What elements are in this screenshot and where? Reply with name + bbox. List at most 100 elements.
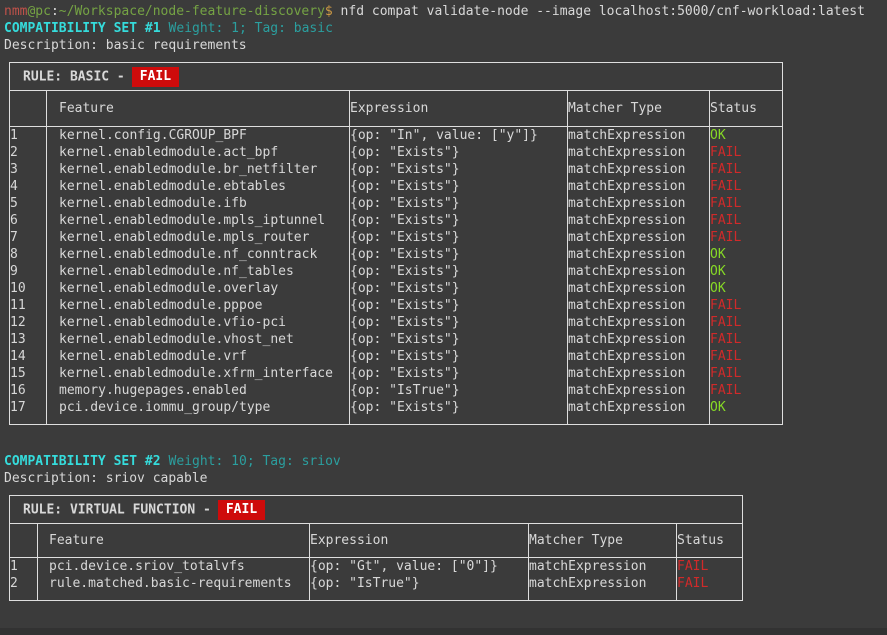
status-value: FAIL	[710, 195, 783, 212]
matcher-type: matchExpression	[568, 314, 710, 331]
command-text: nfd compat validate-node --image localho…	[333, 4, 865, 19]
matcher-type: matchExpression	[568, 161, 710, 178]
feature-row: 9 kernel.enabledmodule.nf_tables {op: "E…	[10, 263, 783, 280]
row-index: 16	[10, 382, 47, 399]
matcher-type: matchExpression	[568, 195, 710, 212]
feature-name: kernel.enabledmodule.ebtables	[47, 178, 350, 195]
status-value: OK	[710, 399, 783, 425]
feature-name: kernel.enabledmodule.xfrm_interface	[47, 365, 350, 382]
col-header-feature: Feature	[47, 91, 350, 127]
feature-row: 16 memory.hugepages.enabled {op: "IsTrue…	[10, 382, 783, 399]
row-index: 15	[10, 365, 47, 382]
row-index: 2	[10, 575, 38, 601]
status-value: OK	[710, 246, 783, 263]
compat-set-2-heading: COMPATIBILITY SET #2Weight: 10; Tag: sri…	[4, 453, 887, 470]
status-value: FAIL	[710, 212, 783, 229]
feature-row: 7 kernel.enabledmodule.mpls_router {op: …	[10, 229, 783, 246]
expression-value: {op: "Exists"}	[350, 331, 568, 348]
row-index: 12	[10, 314, 47, 331]
prompt-host: @pc	[27, 4, 50, 19]
expression-value: {op: "Exists"}	[350, 161, 568, 178]
feature-row: 11 kernel.enabledmodule.pppoe {op: "Exis…	[10, 297, 783, 314]
feature-name: rule.matched.basic-requirements	[38, 575, 310, 601]
col-header-index	[10, 91, 47, 127]
feature-name: kernel.enabledmodule.nf_conntrack	[47, 246, 350, 263]
prompt-path: ~/Workspace/node-feature-discovery	[59, 4, 325, 19]
expression-value: {op: "In", value: ["y"]}	[350, 127, 568, 145]
rule-header-cell: RULE: VIRTUAL FUNCTION -FAIL	[10, 496, 743, 524]
rule-status-badge: FAIL	[132, 67, 179, 87]
expression-value: {op: "Exists"}	[350, 178, 568, 195]
compat-set-1-title: COMPATIBILITY SET #1	[4, 21, 161, 36]
feature-name: memory.hugepages.enabled	[47, 382, 350, 399]
feature-row: 2 kernel.enabledmodule.act_bpf {op: "Exi…	[10, 144, 783, 161]
row-index: 7	[10, 229, 47, 246]
feature-row: 14 kernel.enabledmodule.vrf {op: "Exists…	[10, 348, 783, 365]
expression-value: {op: "Exists"}	[350, 314, 568, 331]
terminal-window: nmm@pc:~/Workspace/node-feature-discover…	[0, 0, 887, 635]
matcher-type: matchExpression	[568, 382, 710, 399]
column-header-row: Feature Expression Matcher Type Status	[10, 91, 783, 127]
feature-row: 6 kernel.enabledmodule.mpls_iptunnel {op…	[10, 212, 783, 229]
col-header-expression: Expression	[310, 524, 529, 558]
expression-value: {op: "Exists"}	[350, 195, 568, 212]
expression-value: {op: "IsTrue"}	[350, 382, 568, 399]
rule-header-cell: RULE: BASIC - FAIL	[10, 63, 783, 91]
feature-row: 17 pci.device.iommu_group/type {op: "Exi…	[10, 399, 783, 425]
shell-prompt-line: nmm@pc:~/Workspace/node-feature-discover…	[4, 3, 887, 20]
compat-set-2-meta: Weight: 10; Tag: sriov	[169, 454, 341, 469]
status-value: FAIL	[710, 297, 783, 314]
rule-table-body: 1 kernel.config.CGROUP_BPF {op: "In", va…	[10, 127, 783, 425]
terminal-bottom-edge	[0, 628, 887, 635]
column-header-row: Feature Expression Matcher Type Status	[10, 524, 743, 558]
expression-value: {op: "IsTrue"}	[310, 575, 529, 601]
prompt-username: nmm	[4, 4, 27, 19]
feature-name: kernel.enabledmodule.act_bpf	[47, 144, 350, 161]
matcher-type: matchExpression	[568, 229, 710, 246]
expression-value: {op: "Exists"}	[350, 246, 568, 263]
matcher-type: matchExpression	[568, 178, 710, 195]
matcher-type: matchExpression	[568, 365, 710, 382]
row-index: 1	[10, 558, 38, 576]
col-header-status: Status	[677, 524, 743, 558]
expression-value: {op: "Exists"}	[350, 365, 568, 382]
prompt-colon: :	[51, 4, 59, 19]
status-value: FAIL	[710, 314, 783, 331]
feature-row: 10 kernel.enabledmodule.overlay {op: "Ex…	[10, 280, 783, 297]
rule-title: RULE: BASIC -	[23, 69, 125, 84]
col-header-matcher-type: Matcher Type	[568, 91, 710, 127]
col-header-index	[10, 524, 38, 558]
compat-set-1-description: Description: basic requirements	[4, 37, 887, 54]
row-index: 13	[10, 331, 47, 348]
col-header-feature: Feature	[38, 524, 310, 558]
matcher-type: matchExpression	[568, 280, 710, 297]
expression-value: {op: "Exists"}	[350, 280, 568, 297]
matcher-type: matchExpression	[568, 297, 710, 314]
status-value: FAIL	[677, 575, 743, 601]
row-index: 14	[10, 348, 47, 365]
status-value: FAIL	[710, 144, 783, 161]
feature-row: 8 kernel.enabledmodule.nf_conntrack {op:…	[10, 246, 783, 263]
row-index: 6	[10, 212, 47, 229]
feature-row: 5 kernel.enabledmodule.ifb {op: "Exists"…	[10, 195, 783, 212]
status-value: FAIL	[710, 161, 783, 178]
feature-row: 1 pci.device.sriov_totalvfs {op: "Gt", v…	[10, 558, 743, 576]
expression-value: {op: "Exists"}	[350, 263, 568, 280]
feature-row: 15 kernel.enabledmodule.xfrm_interface {…	[10, 365, 783, 382]
feature-name: kernel.enabledmodule.vhost_net	[47, 331, 350, 348]
feature-name: kernel.config.CGROUP_BPF	[47, 127, 350, 145]
feature-row: 4 kernel.enabledmodule.ebtables {op: "Ex…	[10, 178, 783, 195]
feature-row: 13 kernel.enabledmodule.vhost_net {op: "…	[10, 331, 783, 348]
matcher-type: matchExpression	[568, 263, 710, 280]
status-value: FAIL	[710, 382, 783, 399]
rule-table-basic: RULE: BASIC - FAIL Feature Expression Mat…	[9, 62, 783, 425]
matcher-type: matchExpression	[568, 331, 710, 348]
rule-title: RULE: VIRTUAL FUNCTION -	[23, 502, 211, 517]
row-index: 5	[10, 195, 47, 212]
feature-row: 3 kernel.enabledmodule.br_netfilter {op:…	[10, 161, 783, 178]
row-index: 2	[10, 144, 47, 161]
feature-row: 2 rule.matched.basic-requirements {op: "…	[10, 575, 743, 601]
expression-value: {op: "Exists"}	[350, 399, 568, 425]
status-value: FAIL	[710, 229, 783, 246]
status-value: FAIL	[710, 178, 783, 195]
